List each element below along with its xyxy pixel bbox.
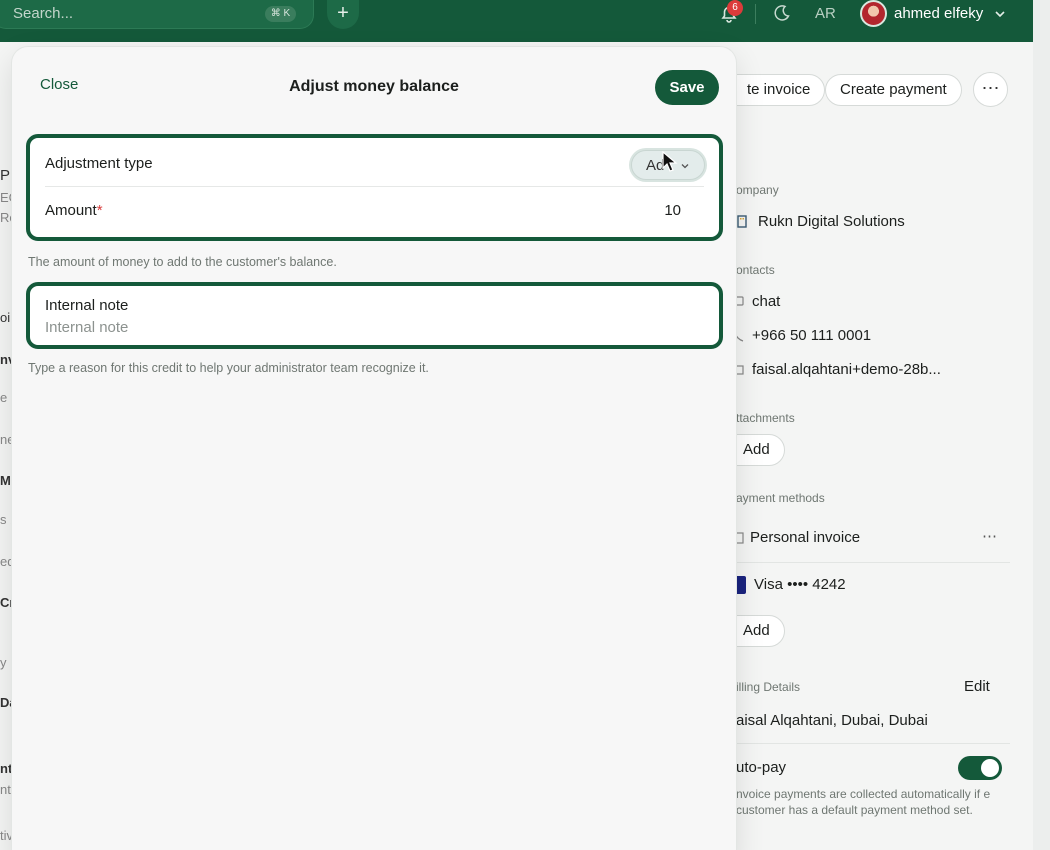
amount-label-text: Amount xyxy=(45,202,97,219)
contact-phone[interactable]: +966 50 111 0001 xyxy=(752,327,871,344)
left-fragment: ed xyxy=(0,554,12,569)
attachments-section-label: ttachments xyxy=(736,411,795,425)
amount-help-text: The amount of money to add to the custom… xyxy=(28,255,337,269)
billing-details-section-label: illing Details xyxy=(736,680,801,694)
dark-mode-icon[interactable] xyxy=(773,4,791,22)
create-payment-button[interactable]: Create payment xyxy=(825,74,962,106)
internal-note-input[interactable]: Internal note xyxy=(45,319,128,336)
left-fragment: Cr xyxy=(0,595,12,610)
more-actions-button[interactable]: ⋯ xyxy=(973,72,1008,107)
left-fragment: y | xyxy=(0,655,12,670)
top-bar: Search... ⌘ K + 6 AR ahmed elfeky xyxy=(0,0,1033,42)
payment-divider xyxy=(736,562,1010,563)
company-section-label: ompany xyxy=(736,183,779,197)
left-fragment: tiv xyxy=(0,828,12,843)
autopay-label: uto-pay xyxy=(736,759,787,776)
left-fragment: EG xyxy=(0,190,12,205)
contact-chat[interactable]: chat xyxy=(752,293,780,310)
required-mark: * xyxy=(96,202,103,219)
left-fragment: Mo xyxy=(0,473,12,488)
amount-input[interactable]: 10 xyxy=(664,202,681,219)
building-icon xyxy=(737,215,747,228)
amount-label: Amount* xyxy=(45,202,103,219)
avatar[interactable] xyxy=(860,0,887,27)
internal-note-label: Internal note xyxy=(45,297,129,314)
payment-method-visa[interactable]: Visa •••• 4242 xyxy=(754,576,846,593)
left-fragment: nv xyxy=(0,352,12,367)
company-name[interactable]: Rukn Digital Solutions xyxy=(758,213,905,230)
search-shortcut-hint: ⌘ K xyxy=(265,6,296,22)
modal-title: Adjust money balance xyxy=(289,78,459,95)
autopay-description: nvoice payments are collected automatica… xyxy=(736,787,991,817)
billing-details-value: aisal Alqahtani, Dubai, Dubai xyxy=(736,712,928,729)
internal-note-field[interactable]: Internal note Internal note xyxy=(26,282,723,349)
search-input[interactable]: Search... ⌘ K xyxy=(0,0,314,29)
adjustment-fields-card: Adjustment type Ad Amount* 10 xyxy=(26,134,723,241)
billing-edit-button[interactable]: Edit xyxy=(964,678,990,695)
autopay-toggle[interactable] xyxy=(958,756,1002,780)
notification-count-badge: 6 xyxy=(727,0,743,16)
payment-methods-section-label: ayment methods xyxy=(736,491,825,505)
left-fragment: oi xyxy=(0,310,11,325)
payment-method-more-button[interactable]: ⋯ xyxy=(982,527,997,545)
add-button[interactable]: + xyxy=(327,0,359,29)
internal-note-help-text: Type a reason for this credit to help yo… xyxy=(28,361,429,375)
scrollbar[interactable] xyxy=(1033,0,1050,850)
search-placeholder: Search... xyxy=(13,5,74,22)
chevron-down-icon xyxy=(681,164,689,169)
field-divider xyxy=(45,186,704,187)
chevron-down-icon[interactable] xyxy=(994,8,1006,20)
adjustment-type-label: Adjustment type xyxy=(45,155,153,172)
payment-method-personal-invoice[interactable]: Personal invoice xyxy=(750,529,860,546)
left-fragment: e s xyxy=(0,390,12,405)
adjust-balance-modal: Close Adjust money balance Save Adjustme… xyxy=(12,47,736,850)
left-fragment: Pr xyxy=(0,167,12,184)
underlying-page-left: Pr EG Re oi nv e s ne Mo s b ed Cr y | D… xyxy=(0,42,12,850)
adjustment-type-select[interactable]: Ad xyxy=(631,150,705,180)
left-fragment: s b xyxy=(0,512,12,527)
billing-divider xyxy=(736,743,1010,744)
user-name[interactable]: ahmed elfeky xyxy=(894,5,983,22)
topbar-divider xyxy=(755,4,756,24)
toggle-knob xyxy=(981,759,999,777)
left-fragment: ne xyxy=(0,432,12,447)
left-fragment: Da xyxy=(0,695,12,710)
contacts-section-label: ontacts xyxy=(736,263,775,277)
language-switch[interactable]: AR xyxy=(815,5,836,22)
save-button[interactable]: Save xyxy=(655,70,719,105)
left-fragment: nt xyxy=(0,761,12,776)
left-fragment: nt xyxy=(0,782,11,797)
contact-email[interactable]: faisal.alqahtani+demo-28b... xyxy=(752,361,941,378)
mouse-cursor-icon xyxy=(662,151,678,172)
left-fragment: Re xyxy=(0,210,12,225)
